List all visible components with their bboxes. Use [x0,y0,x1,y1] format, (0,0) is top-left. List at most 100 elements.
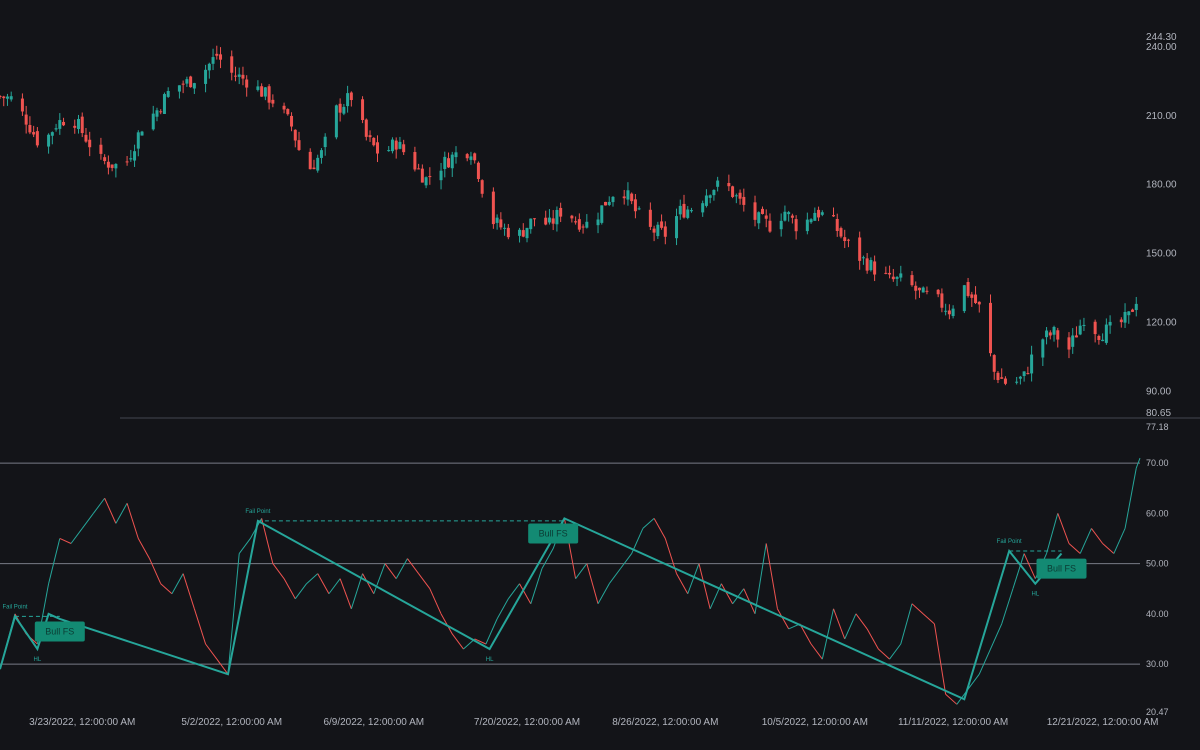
candle [133,144,137,167]
oscillator-segment [1091,528,1104,544]
candle [675,208,679,246]
oscillator-segment [878,648,890,660]
oscillator-axis-label: 77.18 [1146,422,1169,432]
price-axis-label: 210.00 [1146,111,1177,122]
candle [155,107,159,122]
oscillator-segment [115,503,128,524]
candle [873,255,877,282]
candle-body [211,57,215,64]
candle-body [1030,354,1034,374]
candle-body [559,207,563,217]
candle [708,194,712,204]
candle-body [76,118,80,130]
candle-body [84,134,88,142]
candle-body [891,276,895,280]
candle-body [1131,309,1135,312]
candle-body [9,96,13,100]
candle-body [1018,376,1022,379]
candle [1108,315,1112,334]
bull-fs-badge[interactable]: Bull FS [1036,558,1087,579]
candle-body [286,109,290,115]
candle-body [977,301,981,305]
bull-fs-badge[interactable]: Bull FS [34,621,85,642]
candle [633,193,637,219]
candle-body [626,190,630,200]
candle [891,268,895,282]
candle [914,281,918,300]
candle [424,176,428,189]
candle [925,286,929,295]
candle-body [1045,330,1049,338]
candle-body [899,273,903,278]
candle [1097,334,1101,345]
candle-body [204,69,208,84]
candle [491,187,495,229]
candle-body [678,205,682,215]
oscillator-segment [608,568,621,584]
candle [402,139,406,156]
candle-body [58,120,62,129]
oscillator-segment [48,538,61,584]
candle-body [20,98,24,112]
candle-body [947,310,951,315]
candle-body [757,212,761,224]
candle-body [469,156,473,160]
oscillator-segment [1001,588,1014,625]
candle-body [495,217,499,223]
candle-body [660,221,664,228]
candle-body [189,76,193,88]
candle-body [293,129,297,141]
candle [162,92,166,114]
price-axis-label: 90.00 [1146,387,1171,398]
candle-body [1093,321,1097,335]
candle-body [424,177,428,186]
candle-body [738,192,742,199]
candle-body [611,196,615,203]
candle [637,206,641,211]
candle [1026,366,1030,375]
candle [783,205,787,222]
candle [245,75,249,97]
trading-chart[interactable]: 244.30240.00210.00180.00150.00120.0090.0… [0,0,1200,750]
candle [62,117,66,127]
candle-body [805,219,809,232]
candle-body [581,226,585,228]
candle-body [727,182,731,187]
oscillator-segment [317,573,330,594]
candle [9,91,13,102]
time-axis-label: 12/21/2022, 12:00:00 AM [1047,717,1159,728]
badge-label: Bull FS [1047,564,1076,574]
candle [1048,330,1052,340]
candle-body [712,189,716,196]
candle-body [35,131,39,146]
candle [413,146,417,172]
candle [286,108,290,116]
oscillator-segment [339,578,352,609]
bull-fs-badge[interactable]: Bull FS [528,523,579,544]
candle-body [439,170,443,181]
oscillator-segment [193,608,207,645]
candle [820,210,824,217]
candle [207,62,211,79]
candle-body [951,308,955,317]
candle [727,174,731,192]
candle [1056,327,1060,348]
candle-body [346,93,350,107]
candle-body [525,227,529,239]
candle [473,152,477,164]
candle-body [529,218,533,230]
candle-body [656,224,660,237]
candle-body [0,96,2,98]
candle-body [361,99,365,121]
candle [858,231,862,270]
candle-body [574,221,578,223]
candle-body [921,287,925,293]
candle [652,225,656,242]
candle-body [1097,335,1101,340]
candle-body [267,86,271,103]
candle [297,131,301,151]
candle-body [62,121,66,126]
oscillator-segment [620,553,633,569]
candle-body [604,201,608,206]
candle-body [28,124,32,133]
